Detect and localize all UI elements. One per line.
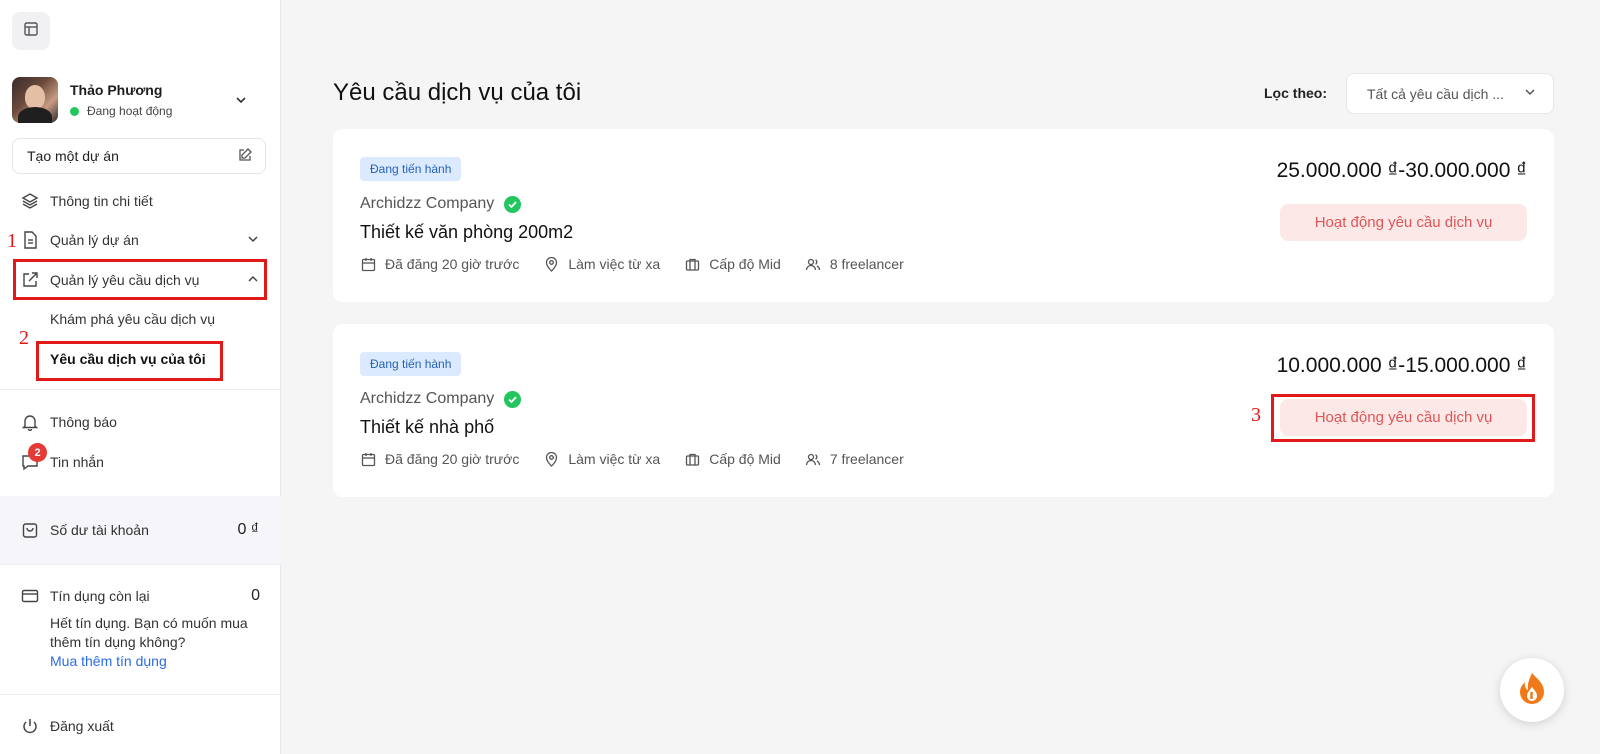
- experience-level-label: Cấp độ Mid: [709, 451, 781, 467]
- divider: [0, 389, 281, 390]
- status-badge: Đang tiến hành: [360, 157, 462, 181]
- power-icon: [20, 716, 40, 736]
- annotation-box: [36, 341, 223, 381]
- shopping-bag-icon: [20, 520, 40, 540]
- users-icon: [805, 451, 821, 467]
- job-title[interactable]: Thiết kế văn phòng 200m2: [360, 222, 573, 243]
- work-location-label: Làm việc từ xa: [568, 451, 661, 467]
- messages-count-badge: 2: [28, 443, 47, 462]
- credit-card-icon: [20, 586, 40, 606]
- posted-time-label: Đã đăng 20 giờ trước: [385, 256, 520, 272]
- document-icon: [20, 230, 40, 250]
- logout-button[interactable]: Đăng xuất: [20, 716, 114, 736]
- price-range: 10.000.000 ₫-15.000.000 ₫: [1276, 354, 1527, 377]
- calendar-icon: [360, 451, 376, 467]
- profile-status: Đang hoạt động: [70, 104, 232, 118]
- service-request-card[interactable]: Đang tiến hành Archidzz Company Thiết kế…: [333, 129, 1554, 302]
- location-pin-icon: [543, 256, 559, 272]
- credit-value: 0: [251, 587, 260, 604]
- credit-label: Tín dụng còn lại: [50, 588, 150, 604]
- profile-status-label: Đang hoạt động: [87, 104, 173, 118]
- sidebar-item-label: Thông tin chi tiết: [50, 193, 153, 209]
- verified-icon: [504, 195, 522, 213]
- create-project-label: Tạo một dự án: [27, 148, 119, 164]
- page-title: Yêu cầu dịch vụ của tôi: [333, 79, 582, 106]
- freelancer-count: 8 freelancer: [805, 256, 904, 272]
- profile-name: Thảo Phương: [70, 82, 163, 98]
- calendar-icon: [360, 256, 376, 272]
- balance-label: Số dư tài khoản: [50, 522, 149, 538]
- sidebar-item-notifications[interactable]: Thông báo: [20, 410, 260, 434]
- layers-icon: [20, 191, 40, 211]
- job-meta: Đã đăng 20 giờ trước Làm việc từ xa Cấp …: [360, 256, 928, 272]
- sidebar-toggle-button[interactable]: [12, 12, 50, 50]
- divider: [0, 564, 281, 565]
- profile-menu[interactable]: Thảo Phương Đang hoạt động: [12, 76, 262, 124]
- chevron-down-icon: [246, 232, 260, 249]
- experience-level-label: Cấp độ Mid: [709, 256, 781, 272]
- account-balance: Số dư tài khoản 0 ₫: [0, 496, 281, 564]
- company-name-label: Archidzz Company: [360, 195, 495, 212]
- annotation-number: 2: [19, 327, 29, 349]
- credit-message: Hết tín dụng. Bạn có muốn mua thêm tín d…: [50, 615, 248, 650]
- users-icon: [805, 256, 821, 272]
- job-title[interactable]: Thiết kế nhà phố: [360, 417, 494, 438]
- buy-credit-link[interactable]: Mua thêm tín dụng: [50, 653, 167, 669]
- briefcase-icon: [684, 451, 700, 467]
- support-chat-button[interactable]: [1500, 658, 1564, 722]
- annotation-box: [1271, 394, 1535, 442]
- experience-level: Cấp độ Mid: [684, 451, 781, 467]
- avatar: [12, 77, 58, 123]
- sidebar-item-messages[interactable]: Tin nhắn: [20, 450, 260, 474]
- service-request-activity-button[interactable]: Hoạt động yêu cầu dịch vụ: [1280, 204, 1527, 241]
- freelancer-count-label: 7 freelancer: [829, 451, 904, 467]
- work-location-label: Làm việc từ xa: [568, 256, 661, 272]
- bell-icon: [20, 412, 40, 432]
- annotation-number: 1: [7, 230, 17, 252]
- posted-time: Đã đăng 20 giờ trước: [360, 256, 519, 272]
- edit-icon: [237, 147, 253, 166]
- briefcase-icon: [684, 256, 700, 272]
- logout-label: Đăng xuất: [50, 718, 114, 734]
- create-project-button[interactable]: Tạo một dự án: [12, 138, 266, 174]
- credit-remaining: Tín dụng còn lại 0: [20, 586, 260, 606]
- company-name: Archidzz Company: [360, 390, 522, 408]
- company-name-label: Archidzz Company: [360, 390, 495, 407]
- freelancer-count-label: 8 freelancer: [829, 256, 904, 272]
- sidebar-item-label: Thông báo: [50, 414, 117, 430]
- balance-value: 0 ₫: [237, 521, 259, 538]
- filter-label: Lọc theo:: [1264, 85, 1327, 101]
- layout-icon: [23, 21, 39, 42]
- chevron-down-icon: [1523, 85, 1537, 102]
- verified-icon: [504, 390, 522, 408]
- status-badge: Đang tiến hành: [360, 352, 462, 376]
- chevron-down-icon[interactable]: [232, 91, 250, 109]
- filter-select[interactable]: Tất cả yêu cầu dịch ...: [1346, 73, 1554, 114]
- annotation-box: [13, 259, 267, 300]
- sidebar-item-details[interactable]: Thông tin chi tiết: [20, 189, 260, 213]
- posted-time: Đã đăng 20 giờ trước: [360, 451, 519, 467]
- sidebar-item-project-management[interactable]: Quản lý dự án: [20, 228, 260, 252]
- work-location: Làm việc từ xa: [543, 256, 660, 272]
- sidebar-item-label: Tin nhắn: [50, 454, 104, 470]
- flame-logo-icon: [1517, 671, 1547, 710]
- sidebar-item-label: Quản lý dự án: [50, 232, 139, 248]
- filter-select-value: Tất cả yêu cầu dịch ...: [1367, 85, 1504, 102]
- posted-time-label: Đã đăng 20 giờ trước: [385, 451, 520, 467]
- freelancer-count: 7 freelancer: [805, 451, 904, 467]
- experience-level: Cấp độ Mid: [684, 256, 781, 272]
- price-range: 25.000.000 ₫-30.000.000 ₫: [1276, 159, 1527, 182]
- sidebar-subitem-explore[interactable]: Khám phá yêu cầu dịch vụ: [50, 311, 215, 327]
- location-pin-icon: [543, 451, 559, 467]
- divider: [0, 694, 281, 695]
- annotation-number: 3: [1251, 404, 1261, 426]
- work-location: Làm việc từ xa: [543, 451, 660, 467]
- online-status-dot: [70, 106, 79, 116]
- company-name: Archidzz Company: [360, 195, 522, 213]
- job-meta: Đã đăng 20 giờ trước Làm việc từ xa Cấp …: [360, 451, 928, 467]
